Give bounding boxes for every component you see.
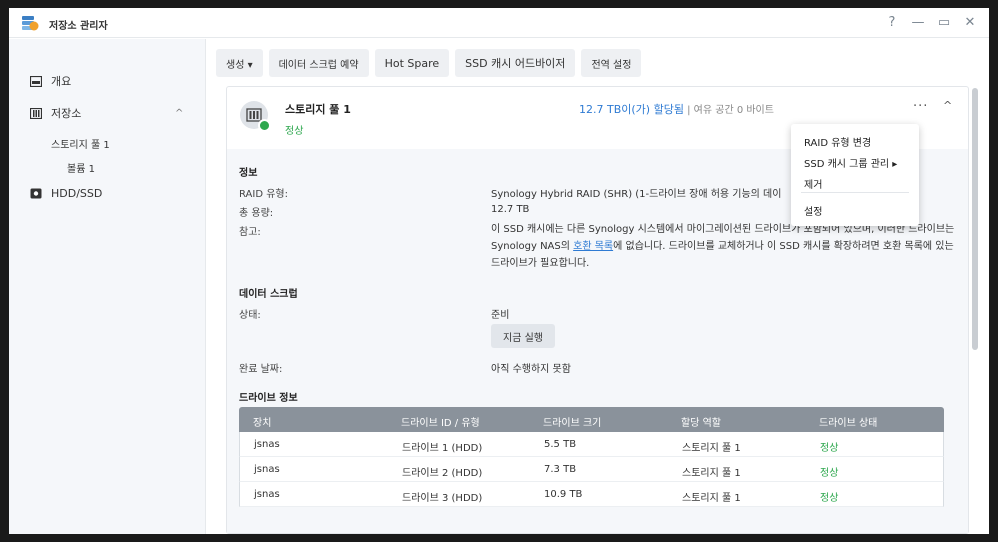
scrub-state-label: 상태: [239,310,261,321]
storage-manager-app-icon [22,16,39,31]
drive-size-cell: 10.9 TB [544,489,583,500]
device-cell: jsnas [254,464,280,475]
table-row[interactable]: jsnas 드라이브 3 (HDD) 10.9 TB 스토리지 풀 1 정상 [239,482,944,507]
sidebar-item-label: HDD/SSD [51,186,103,200]
capacity-value: 12.7 TB [491,204,530,215]
window-title: 저장소 관리자 [49,21,108,32]
menu-item-settings[interactable]: 설정 [804,203,822,218]
drive-status-cell: 정상 [820,493,839,504]
pool-name: 스토리지 풀 1 [285,103,351,116]
create-button[interactable]: 생성 ▾ [216,49,263,77]
column-header[interactable]: 드라이브 상태 [819,414,877,429]
note-text: 이 SSD 캐시에는 다른 Synology 시스템에서 마이그레이션된 드라이… [491,221,963,272]
storage-manager-window: 저장소 관리자 ? — ▭ ✕ 개요 저장소 ^ 스토리지 풀 1 볼륨 1 H… [9,8,989,534]
sidebar-item-volume[interactable]: 볼륨 1 [67,160,95,175]
allocation-summary: 12.7 TB이(가) 할당됨 | 여유 공간 0 바이트 [579,101,774,117]
collapse-icon[interactable]: ^ [943,99,952,112]
column-header[interactable]: 할당 역할 [681,414,721,429]
device-cell: jsnas [254,489,280,500]
device-cell: jsnas [254,439,280,450]
storage-icon [30,107,42,119]
scrub-section-title: 데이터 스크럽 [239,289,298,300]
scrub-schedule-button[interactable]: 데이터 스크럽 예약 [268,49,369,77]
sidebar-item-storage-pool[interactable]: 스토리지 풀 1 [51,136,110,151]
close-icon[interactable]: ✕ [961,14,979,32]
raid-type-value: Synology Hybrid RAID (SHR) (1-드라이브 장애 허용… [491,189,782,200]
column-header[interactable]: 드라이브 크기 [543,414,601,429]
help-icon[interactable]: ? [883,14,901,32]
raid-type-label: RAID 유형: [239,189,288,200]
compatibility-list-link[interactable]: 호환 목록 [573,241,613,252]
sidebar-item-hdd-ssd[interactable]: HDD/SSD [9,180,206,206]
maximize-icon[interactable]: ▭ [935,14,953,32]
column-header[interactable]: 장치 [253,414,271,429]
drive-size-cell: 5.5 TB [544,439,577,450]
drive-status-cell: 정상 [820,443,839,454]
sidebar-item-overview[interactable]: 개요 [9,68,206,94]
allocated-text: 12.7 TB이(가) 할당됨 [579,103,684,116]
role-cell: 스토리지 풀 1 [682,493,741,504]
drive-status-cell: 정상 [820,468,839,479]
menu-item-change-raid[interactable]: RAID 유형 변경 [804,134,871,149]
sidebar-item-storage[interactable]: 저장소 ^ [9,100,206,126]
sidebar-item-label: 개요 [51,75,72,88]
title-bar: 저장소 관리자 ? — ▭ ✕ [9,8,989,38]
column-header[interactable]: 드라이브 ID / 유형 [401,414,480,429]
storage-pool-icon [240,101,271,132]
menu-item-remove[interactable]: 제거 [804,176,822,191]
role-cell: 스토리지 풀 1 [682,443,741,454]
free-space-text: | 여유 공간 0 바이트 [683,105,774,116]
table-row[interactable]: jsnas 드라이브 2 (HDD) 7.3 TB 스토리지 풀 1 정상 [239,457,944,482]
menu-item-ssd-cache-group[interactable]: SSD 캐시 그룹 관리 ▸ [804,155,897,170]
pool-context-menu: RAID 유형 변경 SSD 캐시 그룹 관리 ▸ 제거 설정 [791,124,919,226]
drive-table-header: 장치 드라이브 ID / 유형 드라이브 크기 할당 역할 드라이브 상태 [239,407,944,432]
info-section-title: 정보 [239,168,258,179]
global-settings-button[interactable]: 전역 설정 [581,49,642,77]
completion-date-label: 완료 날짜: [239,364,283,375]
menu-divider [801,192,909,193]
drive-size-cell: 7.3 TB [544,464,577,475]
minimize-icon[interactable]: — [909,14,927,32]
hot-spare-button[interactable]: Hot Spare [374,49,450,77]
drive-id-cell: 드라이브 2 (HDD) [402,468,483,479]
drive-id-cell: 드라이브 1 (HDD) [402,443,483,454]
role-cell: 스토리지 풀 1 [682,468,741,479]
chevron-up-icon[interactable]: ^ [175,108,183,119]
overview-icon [30,75,42,87]
more-options-icon[interactable]: ··· [913,99,928,114]
sidebar: 개요 저장소 ^ 스토리지 풀 1 볼륨 1 HDD/SSD [9,39,206,534]
capacity-label: 총 용량: [239,208,274,219]
ssd-cache-advisor-button[interactable]: SSD 캐시 어드바이저 [455,49,576,77]
scrollbar[interactable] [972,88,978,350]
toolbar: 생성 ▾ 데이터 스크럽 예약 Hot Spare SSD 캐시 어드바이저 전… [216,49,642,77]
completion-date-value: 아직 수행하지 못함 [491,364,571,375]
note-label: 참고: [239,227,261,238]
hdd-icon [30,188,42,198]
pool-status: 정상 [285,126,304,137]
healthy-check-icon [258,119,271,132]
drive-id-cell: 드라이브 3 (HDD) [402,493,483,504]
scrub-state-value: 준비 [491,310,510,321]
run-now-button[interactable]: 지금 실행 [491,324,555,348]
drive-table: 장치 드라이브 ID / 유형 드라이브 크기 할당 역할 드라이브 상태 js… [239,407,944,507]
table-row[interactable]: jsnas 드라이브 1 (HDD) 5.5 TB 스토리지 풀 1 정상 [239,432,944,457]
drive-info-section-title: 드라이브 정보 [239,393,298,404]
sidebar-item-label: 저장소 [51,107,82,120]
